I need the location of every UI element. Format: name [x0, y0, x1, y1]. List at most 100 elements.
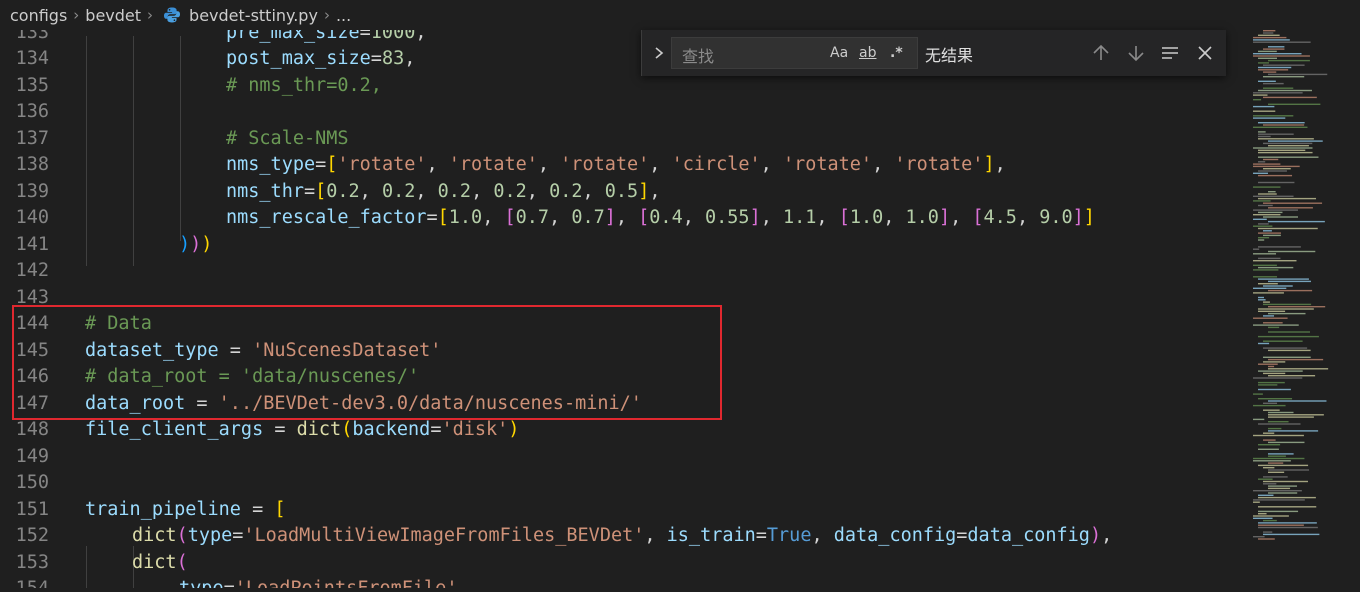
minimap-line — [1253, 253, 1277, 255]
minimap-line — [1263, 356, 1311, 358]
minimap-line — [1258, 197, 1317, 200]
code-line[interactable]: 150 — [0, 470, 1245, 497]
minimap-line — [1258, 266, 1294, 269]
minimap-line — [1263, 347, 1308, 349]
code-line[interactable]: 135 # nms_thr=0.2, — [0, 73, 1245, 100]
code-token: = — [303, 180, 316, 202]
code-token: 'rotate' — [337, 154, 427, 175]
minimap-line — [1263, 340, 1303, 342]
find-in-selection-icon[interactable] — [1159, 42, 1181, 64]
minimap-line — [1268, 469, 1310, 471]
minimap-line — [1258, 524, 1304, 526]
code-token: ) — [179, 233, 191, 255]
code-token: , — [537, 154, 561, 175]
code-token: 'rotate' — [894, 154, 984, 175]
code-text: # Scale-NMS — [226, 126, 349, 153]
code-editor[interactable]: 133 pre_max_size=1000, 134 post_max_size=83… — [0, 18, 1245, 588]
code-token: [ — [315, 180, 327, 202]
minimap-line — [1258, 181, 1295, 184]
code-line[interactable]: 152 dict(type='LoadMultiViewImageFromFile… — [0, 523, 1245, 550]
breadcrumb-file[interactable]: bevdet-sttiny.py — [189, 6, 318, 25]
code-token: ) — [1089, 525, 1102, 546]
code-line[interactable]: 137 # Scale-NMS — [0, 126, 1245, 153]
code-line[interactable]: 142 — [0, 258, 1245, 285]
code-token: 'rotate' — [782, 154, 873, 175]
code-line[interactable]: 139 nms_thr=[0.2, 0.2, 0.2, 0.2, 0.2, 0.5… — [0, 179, 1245, 206]
close-icon[interactable] — [1194, 42, 1216, 64]
code-token: 1.0 — [849, 207, 884, 228]
highlight-annotation-box — [12, 305, 722, 420]
minimap-line — [1258, 308, 1314, 310]
code-line[interactable]: 141))) — [0, 232, 1245, 259]
code-token: , — [950, 207, 973, 228]
regex-icon[interactable]: .* — [890, 45, 903, 61]
minimap-line — [1258, 170, 1287, 172]
match-case-icon[interactable]: Aa — [830, 45, 848, 61]
minimap-line — [1253, 99, 1262, 101]
minimap-line — [1258, 223, 1269, 225]
minimap-line — [1258, 384, 1278, 386]
toggle-replace-chevron-icon[interactable] — [650, 43, 668, 63]
code-text: nms_type=['rotate', 'rotate', 'rotate', … — [226, 152, 1006, 179]
minimap-line — [1268, 140, 1323, 142]
code-token: = — [430, 419, 442, 440]
minimap-line — [1258, 335, 1319, 338]
code-token: , — [1016, 207, 1040, 228]
minimap-line — [1268, 453, 1294, 455]
code-line[interactable]: 149 — [0, 444, 1245, 471]
breadcrumb: configs › bevdet › bevdet-sttiny.py › ..… — [0, 0, 680, 30]
code-line[interactable]: 154 type='LoadPointsFromFile', — [0, 576, 1245, 588]
breadcrumb-item-configs[interactable]: configs — [10, 6, 67, 25]
code-line[interactable]: 151 train_pipeline = [ — [0, 497, 1245, 524]
chevron-right-icon: › — [73, 6, 80, 24]
minimap-line — [1253, 126, 1308, 128]
previous-match-icon[interactable] — [1090, 42, 1112, 64]
minimap-line — [1258, 464, 1309, 467]
code-token: 0.2 — [326, 180, 360, 202]
minimap-line — [1258, 135, 1271, 138]
minimap-line — [1268, 191, 1276, 193]
minimap-line — [1263, 519, 1277, 522]
breadcrumb-more[interactable]: ... — [336, 6, 351, 25]
code-token: [ — [638, 207, 650, 228]
minimap-line — [1258, 151, 1313, 154]
code-line[interactable]: 140 nms_rescale_factor=[1.0, [0.7, 0.7], … — [0, 205, 1245, 232]
code-token: , — [482, 207, 505, 228]
minimap-line — [1268, 326, 1280, 329]
minimap-line — [1253, 147, 1313, 149]
minimap-line — [1253, 276, 1278, 278]
minimap-line — [1263, 82, 1284, 85]
minimap-line — [1253, 94, 1268, 96]
minimap-line — [1258, 62, 1269, 64]
minimap-line — [1263, 467, 1275, 469]
minimap[interactable] — [1245, 0, 1360, 588]
code-line[interactable]: 136 — [0, 99, 1245, 126]
code-token: train_pipeline — [85, 498, 241, 520]
code-text: nms_rescale_factor=[1.0, [0.7, 0.7], [0.… — [226, 205, 1095, 232]
code-token: 4.5 — [983, 207, 1017, 228]
breadcrumb-item-bevdet[interactable]: bevdet — [85, 6, 141, 25]
next-match-icon[interactable] — [1125, 42, 1147, 64]
code-line[interactable]: 138 nms_type=['rotate', 'rotate', 'rotate… — [0, 152, 1245, 179]
code-token: ( — [341, 419, 353, 440]
minimap-line — [1263, 124, 1305, 126]
minimap-line — [1268, 368, 1329, 370]
minimap-line — [1253, 260, 1297, 262]
minimap-line — [1253, 287, 1287, 289]
whole-word-icon[interactable]: ab — [859, 45, 876, 61]
code-line[interactable]: 153 dict( — [0, 550, 1245, 577]
minimap-line — [1258, 66, 1292, 69]
minimap-line — [1258, 204, 1273, 207]
code-token: 1.0 — [448, 207, 483, 228]
find-input[interactable]: 查找 Aa ab .* — [671, 37, 918, 69]
minimap-line — [1253, 460, 1291, 462]
find-widget: 查找 Aa ab .* 无结果 — [641, 30, 1226, 76]
code-line[interactable]: 148 file_client_args = dict(backend='disk… — [0, 417, 1245, 444]
minimap-line — [1258, 69, 1289, 71]
code-token: 0.2 — [493, 180, 527, 202]
minimap-line — [1253, 404, 1286, 407]
minimap-line — [1253, 92, 1303, 94]
minimap-line — [1253, 457, 1305, 460]
minimap-line — [1263, 301, 1270, 303]
chevron-right-icon: › — [323, 6, 330, 24]
